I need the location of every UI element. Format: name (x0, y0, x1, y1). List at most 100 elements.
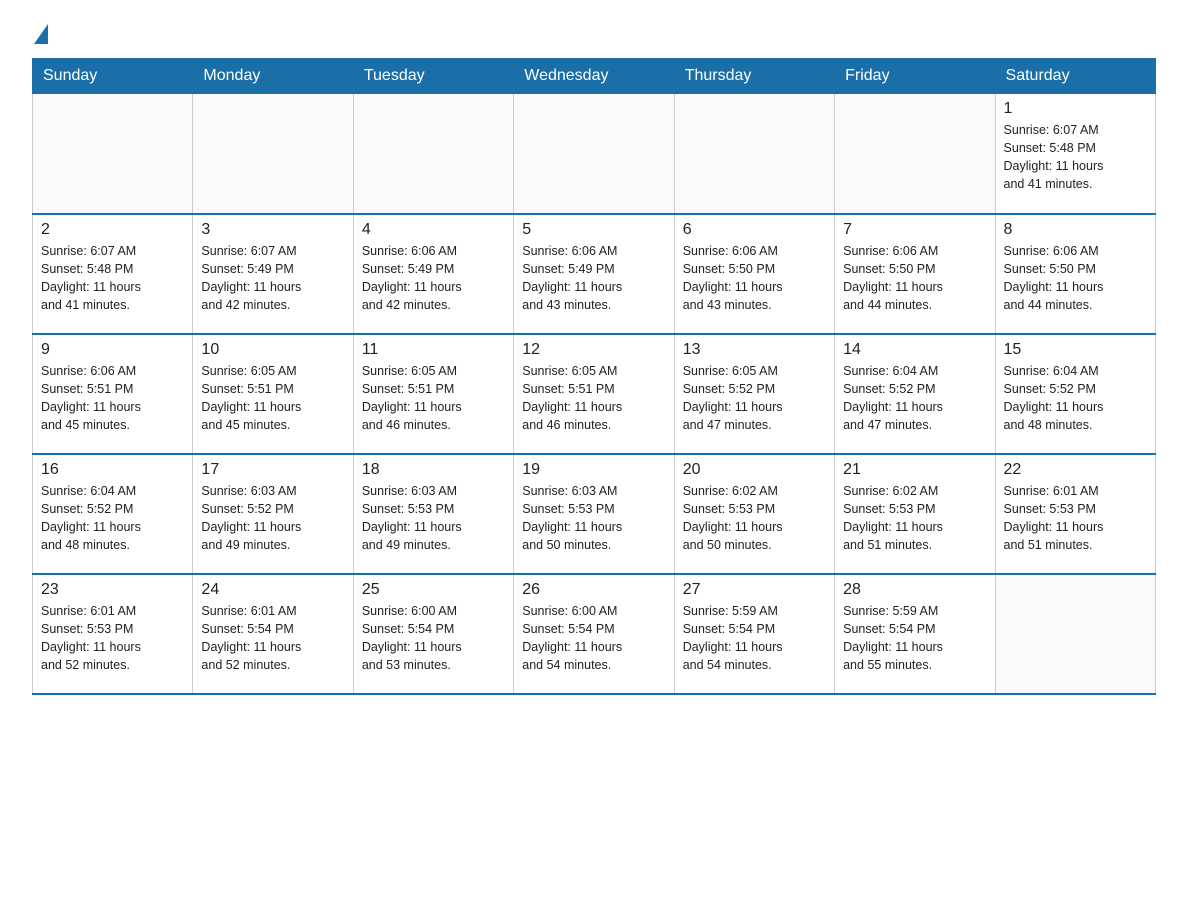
day-number: 14 (843, 341, 986, 359)
calendar-cell: 25Sunrise: 6:00 AM Sunset: 5:54 PM Dayli… (353, 574, 513, 694)
day-info: Sunrise: 6:00 AM Sunset: 5:54 PM Dayligh… (522, 602, 665, 675)
day-number: 2 (41, 221, 184, 239)
day-info: Sunrise: 6:03 AM Sunset: 5:53 PM Dayligh… (522, 482, 665, 555)
calendar-cell: 23 Sunrise: 6:01 AM Sunset: 5:53 PM Dayli… (33, 574, 193, 694)
calendar-cell: 28 Sunrise: 5:59 AM Sunset: 5:54 PM Dayli… (835, 574, 995, 694)
day-info: Sunrise: 6:02 AM Sunset: 5:53 PM Dayligh… (683, 482, 826, 555)
day-info: Sunrise: 6:01 AM Sunset: 5:54 PM Dayligh… (201, 602, 344, 675)
calendar-week-4: 16 Sunrise: 6:04 AM Sunset: 5:52 PM Dayli… (33, 454, 1156, 574)
calendar-cell: 22 Sunrise: 6:01 AM Sunset: 5:53 PM Dayli… (995, 454, 1155, 574)
day-number: 1 (1004, 100, 1147, 118)
calendar-cell (353, 94, 513, 214)
header-day-saturday: Saturday (995, 59, 1155, 94)
day-number: 28 (843, 581, 986, 599)
calendar-cell (835, 94, 995, 214)
calendar-cell: 27 Sunrise: 5:59 AM Sunset: 5:54 PM Dayli… (674, 574, 834, 694)
day-info: Sunrise: 6:03 AM Sunset: 5:53 PM Dayligh… (362, 482, 505, 555)
day-info: Sunrise: 6:05 AM Sunset: 5:51 PM Dayligh… (522, 362, 665, 435)
calendar-week-1: 1 Sunrise: 6:07 AM Sunset: 5:48 PM Daylig… (33, 94, 1156, 214)
calendar-cell: 1 Sunrise: 6:07 AM Sunset: 5:48 PM Daylig… (995, 94, 1155, 214)
day-number: 17 (201, 461, 344, 479)
page-header (32, 24, 1156, 42)
calendar-cell: 10 Sunrise: 6:05 AM Sunset: 5:51 PM Dayli… (193, 334, 353, 454)
calendar-table: SundayMondayTuesdayWednesdayThursdayFrid… (32, 58, 1156, 695)
day-info: Sunrise: 6:07 AM Sunset: 5:48 PM Dayligh… (1004, 121, 1147, 194)
logo (32, 24, 48, 42)
calendar-week-5: 23 Sunrise: 6:01 AM Sunset: 5:53 PM Dayli… (33, 574, 1156, 694)
day-info: Sunrise: 6:07 AM Sunset: 5:48 PM Dayligh… (41, 242, 184, 315)
day-number: 9 (41, 341, 184, 359)
day-number: 4 (362, 221, 505, 239)
day-number: 19 (522, 461, 665, 479)
header-day-tuesday: Tuesday (353, 59, 513, 94)
day-info: Sunrise: 6:06 AM Sunset: 5:50 PM Dayligh… (1004, 242, 1147, 315)
day-number: 26 (522, 581, 665, 599)
calendar-cell: 2 Sunrise: 6:07 AM Sunset: 5:48 PM Daylig… (33, 214, 193, 334)
calendar-cell (33, 94, 193, 214)
day-info: Sunrise: 5:59 AM Sunset: 5:54 PM Dayligh… (683, 602, 826, 675)
calendar-cell: 6 Sunrise: 6:06 AM Sunset: 5:50 PM Daylig… (674, 214, 834, 334)
header-day-thursday: Thursday (674, 59, 834, 94)
day-info: Sunrise: 6:07 AM Sunset: 5:49 PM Dayligh… (201, 242, 344, 315)
header-day-sunday: Sunday (33, 59, 193, 94)
calendar-cell: 5Sunrise: 6:06 AM Sunset: 5:49 PM Daylig… (514, 214, 674, 334)
day-number: 8 (1004, 221, 1147, 239)
day-info: Sunrise: 6:01 AM Sunset: 5:53 PM Dayligh… (41, 602, 184, 675)
calendar-cell (674, 94, 834, 214)
day-info: Sunrise: 6:05 AM Sunset: 5:51 PM Dayligh… (362, 362, 505, 435)
calendar-cell: 16 Sunrise: 6:04 AM Sunset: 5:52 PM Dayli… (33, 454, 193, 574)
day-number: 10 (201, 341, 344, 359)
day-info: Sunrise: 6:06 AM Sunset: 5:50 PM Dayligh… (683, 242, 826, 315)
calendar-cell: 19 Sunrise: 6:03 AM Sunset: 5:53 PM Dayli… (514, 454, 674, 574)
day-info: Sunrise: 6:04 AM Sunset: 5:52 PM Dayligh… (41, 482, 184, 555)
day-number: 18 (362, 461, 505, 479)
day-number: 25 (362, 581, 505, 599)
day-info: Sunrise: 6:03 AM Sunset: 5:52 PM Dayligh… (201, 482, 344, 555)
calendar-cell: 14 Sunrise: 6:04 AM Sunset: 5:52 PM Dayli… (835, 334, 995, 454)
day-info: Sunrise: 6:01 AM Sunset: 5:53 PM Dayligh… (1004, 482, 1147, 555)
logo-triangle-icon (34, 24, 48, 44)
calendar-cell: 26 Sunrise: 6:00 AM Sunset: 5:54 PM Dayli… (514, 574, 674, 694)
calendar-cell: 20 Sunrise: 6:02 AM Sunset: 5:53 PM Dayli… (674, 454, 834, 574)
day-number: 23 (41, 581, 184, 599)
day-number: 15 (1004, 341, 1147, 359)
calendar-cell: 24 Sunrise: 6:01 AM Sunset: 5:54 PM Dayli… (193, 574, 353, 694)
calendar-cell (514, 94, 674, 214)
calendar-cell: 15 Sunrise: 6:04 AM Sunset: 5:52 PM Dayli… (995, 334, 1155, 454)
day-number: 11 (362, 341, 505, 359)
day-number: 13 (683, 341, 826, 359)
day-info: Sunrise: 6:05 AM Sunset: 5:52 PM Dayligh… (683, 362, 826, 435)
calendar-week-2: 2 Sunrise: 6:07 AM Sunset: 5:48 PM Daylig… (33, 214, 1156, 334)
day-number: 6 (683, 221, 826, 239)
calendar-cell: 17 Sunrise: 6:03 AM Sunset: 5:52 PM Dayli… (193, 454, 353, 574)
day-info: Sunrise: 6:04 AM Sunset: 5:52 PM Dayligh… (843, 362, 986, 435)
calendar-week-3: 9Sunrise: 6:06 AM Sunset: 5:51 PM Daylig… (33, 334, 1156, 454)
day-info: Sunrise: 6:02 AM Sunset: 5:53 PM Dayligh… (843, 482, 986, 555)
calendar-cell: 12Sunrise: 6:05 AM Sunset: 5:51 PM Dayli… (514, 334, 674, 454)
header-day-wednesday: Wednesday (514, 59, 674, 94)
day-info: Sunrise: 6:06 AM Sunset: 5:49 PM Dayligh… (522, 242, 665, 315)
day-number: 27 (683, 581, 826, 599)
day-info: Sunrise: 6:06 AM Sunset: 5:49 PM Dayligh… (362, 242, 505, 315)
day-number: 21 (843, 461, 986, 479)
day-number: 7 (843, 221, 986, 239)
calendar-cell: 18 Sunrise: 6:03 AM Sunset: 5:53 PM Dayli… (353, 454, 513, 574)
calendar-body: 1 Sunrise: 6:07 AM Sunset: 5:48 PM Daylig… (33, 94, 1156, 694)
header-day-friday: Friday (835, 59, 995, 94)
calendar-cell: 7Sunrise: 6:06 AM Sunset: 5:50 PM Daylig… (835, 214, 995, 334)
day-number: 22 (1004, 461, 1147, 479)
calendar-cell: 13 Sunrise: 6:05 AM Sunset: 5:52 PM Dayli… (674, 334, 834, 454)
day-number: 24 (201, 581, 344, 599)
calendar-cell: 4 Sunrise: 6:06 AM Sunset: 5:49 PM Daylig… (353, 214, 513, 334)
calendar-cell: 8 Sunrise: 6:06 AM Sunset: 5:50 PM Daylig… (995, 214, 1155, 334)
calendar-cell: 3Sunrise: 6:07 AM Sunset: 5:49 PM Daylig… (193, 214, 353, 334)
calendar-header-row: SundayMondayTuesdayWednesdayThursdayFrid… (33, 59, 1156, 94)
day-number: 20 (683, 461, 826, 479)
calendar-cell (193, 94, 353, 214)
day-info: Sunrise: 6:05 AM Sunset: 5:51 PM Dayligh… (201, 362, 344, 435)
calendar-cell: 9Sunrise: 6:06 AM Sunset: 5:51 PM Daylig… (33, 334, 193, 454)
day-info: Sunrise: 5:59 AM Sunset: 5:54 PM Dayligh… (843, 602, 986, 675)
day-number: 16 (41, 461, 184, 479)
day-info: Sunrise: 6:04 AM Sunset: 5:52 PM Dayligh… (1004, 362, 1147, 435)
header-day-monday: Monday (193, 59, 353, 94)
